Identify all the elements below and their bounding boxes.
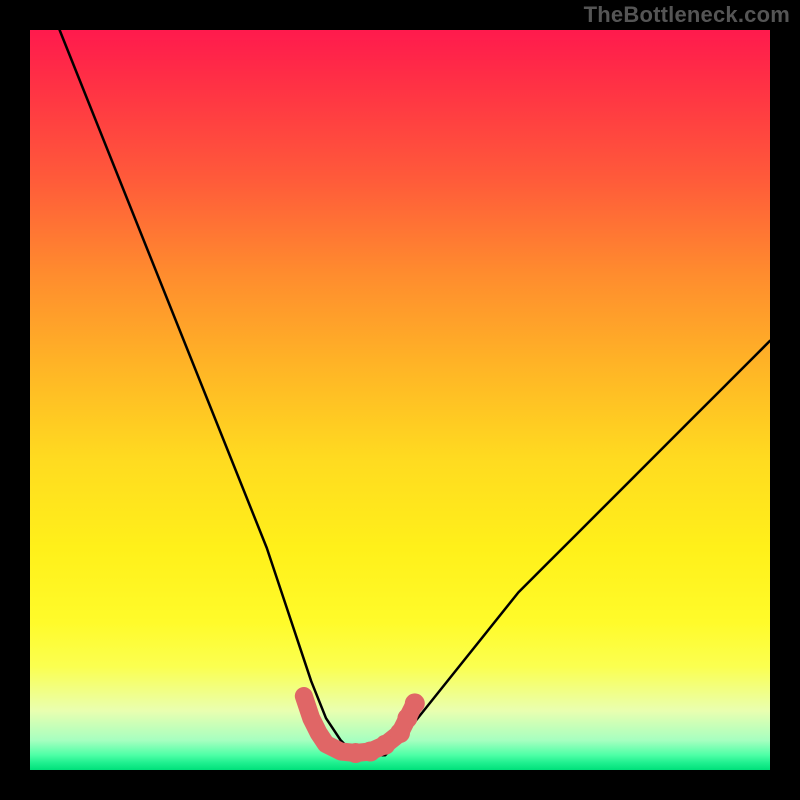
valley-marker [304, 693, 425, 763]
chart-plot-area [30, 30, 770, 770]
valley-marker-dot [405, 693, 425, 713]
chart-svg [30, 30, 770, 770]
chart-frame: TheBottleneck.com [0, 0, 800, 800]
watermark-text: TheBottleneck.com [584, 2, 790, 28]
bottleneck-curve [60, 30, 770, 755]
